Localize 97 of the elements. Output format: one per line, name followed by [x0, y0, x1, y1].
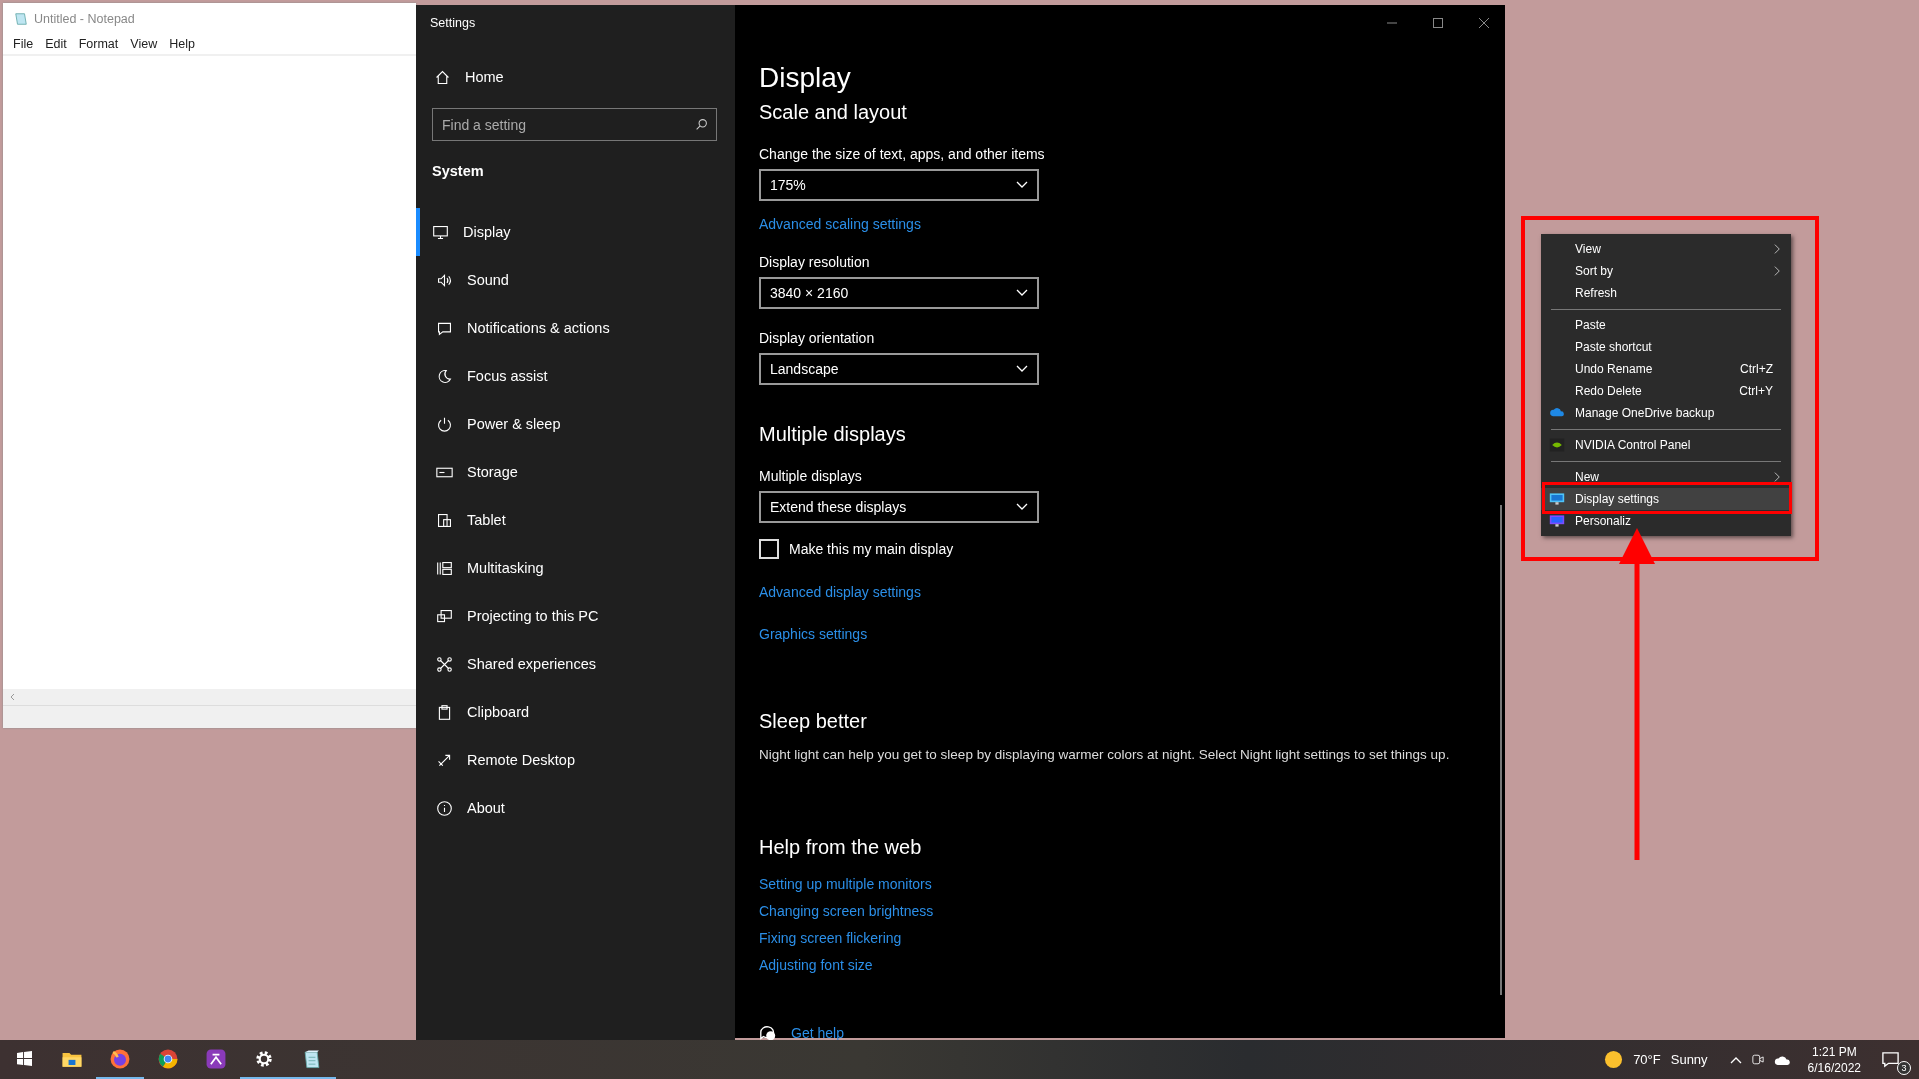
clipboard-icon [436, 703, 453, 721]
dropdown[interactable]: Landscape [759, 353, 1039, 385]
link[interactable]: Get help [791, 1024, 844, 1042]
window-title: Settings [429, 15, 477, 32]
sidebar-item[interactable]: Multitasking [416, 544, 735, 592]
caret-up-icon[interactable] [1729, 1055, 1742, 1064]
menu-item[interactable]: Paste shortcut [1541, 336, 1791, 358]
sidebar-item[interactable]: Remote Desktop [416, 736, 735, 784]
menu-item[interactable]: Refresh [1541, 282, 1791, 304]
menu-item[interactable]: Display settings [1541, 488, 1791, 510]
menu-item[interactable]: New [1541, 466, 1791, 488]
link[interactable]: Advanced scaling settings [759, 215, 921, 233]
notification-count: 3 [1897, 1060, 1911, 1075]
link[interactable]: Advanced display settings [759, 583, 921, 601]
notepad-icon [14, 12, 28, 26]
help-chat-icon [759, 1024, 777, 1042]
field-label: Change the size of text, apps, and other items [759, 145, 1046, 163]
menu-item[interactable]: Personaliz [1541, 510, 1791, 532]
window-title: Untitled - Notepad [34, 12, 135, 26]
dropdown[interactable]: Extend these displays [759, 491, 1039, 523]
sidebar-item[interactable]: Tablet [416, 496, 735, 544]
page-title: Display [759, 61, 852, 95]
sun-icon [1604, 1050, 1624, 1069]
menu-item[interactable]: Undo Rename Ctrl+Z [1541, 358, 1791, 380]
section-heading: Scale and layout [759, 100, 908, 125]
sidebar-item[interactable]: Projecting to this PC [416, 592, 735, 640]
home-link[interactable]: Home [416, 41, 735, 88]
sidebar-item[interactable]: Sound [416, 256, 735, 304]
projector-icon [436, 607, 453, 625]
clock-date[interactable]: 6/16/2022 [1807, 1059, 1861, 1076]
menu-item[interactable]: Format [78, 37, 119, 51]
search-field[interactable]: Find a setting [432, 108, 717, 141]
moon-icon [436, 367, 453, 385]
menu-item[interactable]: Sort by [1541, 260, 1791, 282]
menu-item[interactable]: Edit [45, 37, 67, 51]
close-icon[interactable] [1478, 17, 1490, 29]
cloud-icon[interactable] [1773, 1053, 1792, 1066]
menu-item[interactable]: File [13, 37, 34, 51]
menu-item[interactable]: Paste [1541, 314, 1791, 336]
windows-icon [16, 1051, 32, 1066]
link[interactable]: Setting up multiple monitors [759, 875, 932, 893]
clock-time[interactable]: 1:21 PM [1811, 1043, 1857, 1060]
monitor-icon [432, 223, 449, 241]
temperature[interactable]: 70°F [1633, 1052, 1661, 1067]
sidebar-item[interactable]: Power & sleep [416, 400, 735, 448]
scrollbar[interactable] [1500, 505, 1502, 995]
chevron-down-icon [1016, 365, 1028, 373]
sidebar-item[interactable]: About [416, 784, 735, 832]
section-heading: Multiple displays [759, 422, 907, 447]
power-icon [436, 415, 453, 433]
link[interactable]: Fixing screen flickering [759, 929, 902, 947]
sidebar-item[interactable]: Shared experiences [416, 640, 735, 688]
menu-item[interactable]: Help [169, 37, 195, 51]
maximize-icon[interactable] [1432, 17, 1444, 29]
shared-icon [436, 655, 453, 673]
checkbox-label: Make this my main display [789, 541, 954, 557]
sidebar-item[interactable]: Clipboard [416, 688, 735, 736]
sidebar-item[interactable]: Notifications & actions [416, 304, 735, 352]
info-icon [436, 799, 453, 817]
field-label: Multiple displays [759, 467, 863, 485]
field-label: Display resolution [759, 253, 871, 271]
sidebar-item[interactable]: Focus assist [416, 352, 735, 400]
menu-item[interactable]: Manage OneDrive backup [1541, 402, 1791, 424]
dropdown[interactable]: 3840 × 2160 [759, 277, 1039, 309]
chevron-right-icon [1774, 265, 1781, 277]
chevron-down-icon [1016, 503, 1028, 511]
sidebar-item[interactable]: Display [416, 208, 735, 256]
scrollbar[interactable] [3, 689, 416, 705]
link[interactable]: Changing screen brightness [759, 902, 934, 920]
menu-item[interactable]: Redo Delete Ctrl+Y [1541, 380, 1791, 402]
notification-button[interactable]: 3 [1881, 1044, 1909, 1075]
section-heading: System [431, 162, 485, 181]
paragraph: Night light can help you get to sleep by displaying warmer colors at night. Select Night light settings to set things up. [759, 746, 1451, 764]
multitasking-icon [436, 559, 453, 577]
checkbox[interactable] [759, 539, 779, 559]
chevron-right-icon [1774, 243, 1781, 255]
menu-item[interactable]: NVIDIA Control Panel [1541, 434, 1791, 456]
chevron-down-icon [1016, 181, 1028, 189]
tablet-icon [436, 511, 453, 529]
dropdown[interactable]: 175% [759, 169, 1039, 201]
sidebar-item[interactable]: Storage [416, 448, 735, 496]
section-heading: Help from the web [759, 835, 923, 860]
search-icon [695, 118, 708, 131]
weather-condition[interactable]: Sunny [1670, 1052, 1708, 1067]
menu-item[interactable]: View [130, 37, 158, 51]
field-label: Display orientation [759, 329, 876, 347]
link[interactable]: Adjusting font size [759, 956, 873, 974]
monitor-icon [1549, 491, 1565, 507]
section-heading: Sleep better [759, 709, 868, 734]
message-icon [1881, 1050, 1900, 1069]
chevron-down-icon [1016, 289, 1028, 297]
menu-item[interactable]: View [1541, 238, 1791, 260]
home-icon [434, 68, 451, 86]
link[interactable]: Graphics settings [759, 625, 868, 643]
speaker-icon [436, 271, 453, 289]
camera-icon[interactable] [1751, 1052, 1764, 1067]
chevron-right-icon [1774, 471, 1781, 483]
